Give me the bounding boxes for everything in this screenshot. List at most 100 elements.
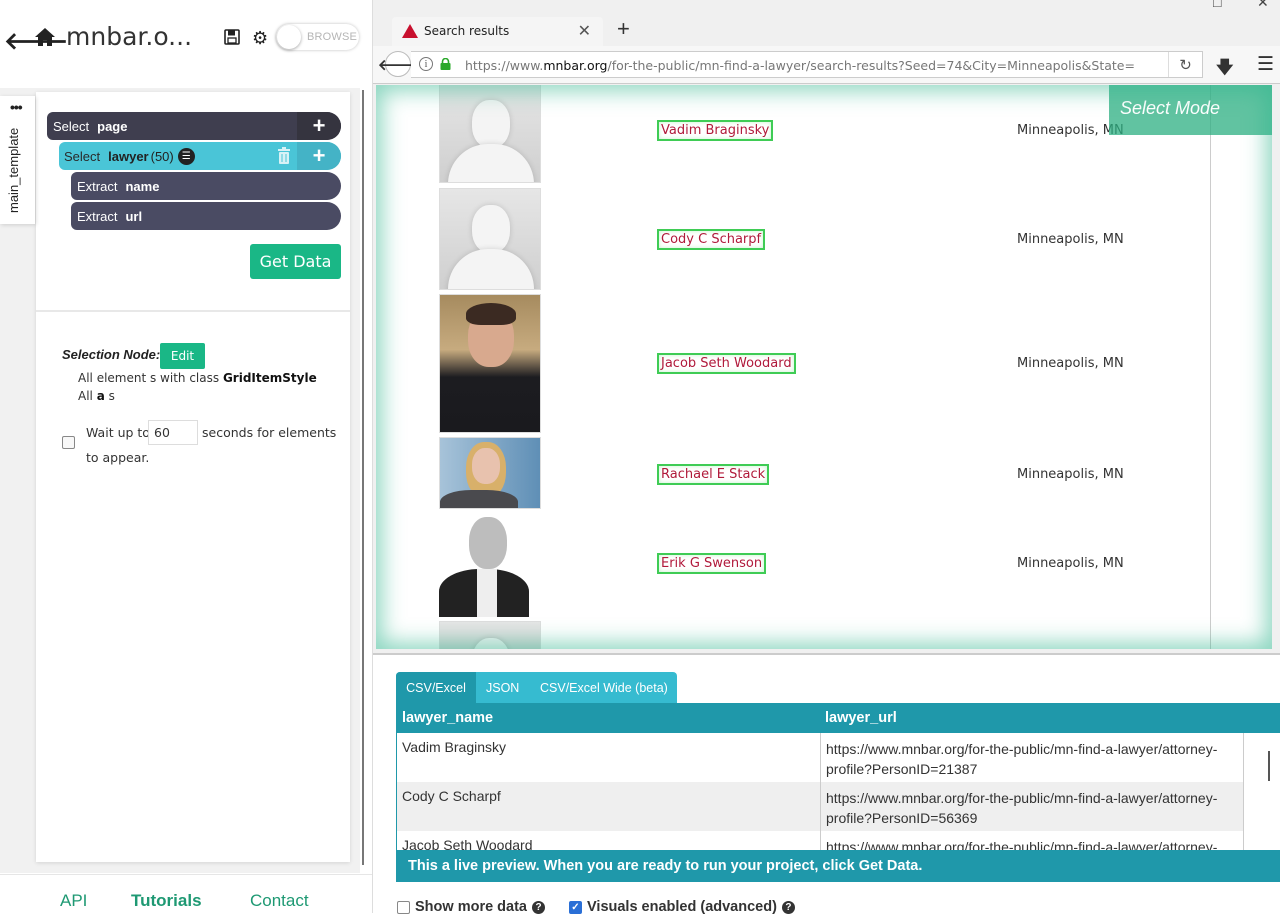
save-icon[interactable] [224,29,240,45]
data-preview: CSV/Excel JSON CSV/Excel Wide (beta) law… [373,653,1280,915]
new-tab-icon[interactable]: + [617,16,630,42]
wait-suffix-2: to appear. [86,450,150,465]
command-verb: Select [64,148,101,164]
url-line: profile?PersonID=21387 [826,761,978,777]
tab-csv-excel[interactable]: CSV/Excel [396,672,476,703]
select-mode-badge: Select Mode [1109,85,1272,135]
url-line: https://www.mnbar.org/for-the-public/mn-… [826,790,1218,806]
tutorials-link[interactable]: Tutorials [131,891,202,911]
window-close-icon[interactable]: ✕ [1257,0,1269,11]
more-dots-icon[interactable]: ••• [10,100,23,114]
lawyer-list-item: Rachael E Stack Minneapolis, MN [439,437,1199,510]
url-path: /for-the-public/mn-find-a-lawyer/search-… [607,58,1135,73]
lawyer-name-link[interactable]: Cody C Scharpf [657,229,766,250]
tab-title: Search results [424,24,510,38]
browser-back-icon[interactable]: 🡐 [378,51,418,77]
contact-link[interactable]: Contact [250,891,309,911]
photo-face [469,517,507,569]
home-icon[interactable] [34,26,56,48]
column-divider [1210,85,1211,649]
tab-csv-excel-wide[interactable]: CSV/Excel Wide (beta) [540,672,668,703]
template-tab-label: main_template [6,127,21,213]
help-icon[interactable]: ? [532,900,545,914]
panel-scrollbar[interactable] [360,84,368,874]
browser-tab[interactable]: Search results ✕ [392,17,603,46]
template-tab[interactable]: ••• main_template [0,96,35,224]
lawyer-photo [439,513,541,617]
hamburger-menu-icon[interactable]: ☰ [1257,53,1274,76]
lawyer-name-link[interactable]: Erik G Swenson [657,553,767,574]
lawyer-name-link[interactable]: Rachael E Stack [657,464,770,485]
reload-icon[interactable]: ↻ [1168,52,1202,77]
top-bar: 🡐 mnbar.o... ⚙ BROWSE [0,0,372,80]
wait-prefix: Wait up to [86,425,150,440]
generic-avatar [439,85,541,183]
lawyer-name-link[interactable]: Vadim Braginsky [657,120,774,141]
maximize-icon[interactable]: □ [1213,0,1221,10]
download-icon[interactable]: 🡇 [1216,55,1233,84]
lawyer-photo [439,294,541,433]
lock-icon [440,58,451,70]
footer-links: API Tutorials Contact [0,874,372,913]
api-link[interactable]: API [60,891,87,911]
cell-lawyer-url: https://www.mnbar.org/for-the-public/mn-… [820,733,1244,782]
visuals-enabled-checkbox[interactable]: ✓ [569,900,582,914]
table-row: Cody C Scharpf https://www.mnbar.org/for… [397,782,1244,831]
photo-face [472,448,500,484]
info-icon[interactable]: i [419,57,433,71]
tab-json[interactable]: JSON [486,672,519,703]
command-noun: page [97,118,128,134]
avatar-head [472,205,510,253]
table-scrollbar[interactable] [1268,751,1270,781]
add-command-plus-icon[interactable]: + [297,142,341,170]
add-command-plus-icon[interactable]: + [297,112,341,140]
column-header: lawyer_name [402,710,494,726]
command-select-lawyer[interactable]: Select lawyer (50) ☰ + [59,142,341,170]
command-extract-url[interactable]: Extract url [71,202,341,230]
lawyer-photo [439,437,541,509]
lawyer-name-link[interactable]: Jacob Seth Woodard [657,353,796,374]
photo-shirt [477,569,497,617]
embedded-browser: □ ✕ Search results ✕ + 🡐 i https://www.m… [372,0,1280,915]
scrollbar-thumb[interactable] [362,90,364,865]
browse-toggle-label: BROWSE [307,31,358,43]
cell-lawyer-url: https://www.mnbar.org/for-the-public/mn-… [820,831,1244,850]
photo-body [440,490,518,508]
browse-toggle[interactable]: BROWSE [276,24,359,50]
wait-seconds-input[interactable] [148,420,198,445]
lawyer-list-item: Jacob Seth Woodard Minneapolis, MN [439,294,1199,434]
command-select-page[interactable]: Select page + [47,112,341,140]
lawyer-city: Minneapolis, MN [1017,232,1124,247]
live-preview-banner: This a live preview. When you are ready … [396,851,1280,882]
avatar-head [472,638,510,649]
page-viewport: Vadim Braginsky Minneapolis, MN Cody C S… [376,85,1272,649]
list-icon[interactable]: ☰ [177,147,195,165]
lawyer-list-item [439,621,1199,649]
command-noun: lawyer [108,148,149,164]
card-divider [36,310,350,312]
wait-suffix: seconds for elements [202,425,337,440]
get-data-button[interactable]: Get Data [250,244,341,279]
avatar-body [448,249,534,289]
selection-class: GridItemStyle [222,371,317,385]
close-tab-icon[interactable]: ✕ [578,21,591,41]
command-extract-name[interactable]: Extract name [71,172,341,200]
show-more-data-checkbox[interactable] [397,900,410,914]
project-title: mnbar.o... [66,22,193,51]
url-host: mnbar.org [543,58,608,73]
cell-lawyer-name: Cody C Scharpf [402,788,501,804]
table-row: Jacob Seth Woodard https://www.mnbar.org… [397,831,1244,850]
navigation-bar: 🡐 i https://www.mnbar.org/for-the-public… [373,46,1280,84]
wait-checkbox[interactable] [62,436,75,449]
preview-tabs: CSV/Excel JSON CSV/Excel Wide (beta) [396,672,677,703]
trash-icon[interactable] [277,147,291,164]
edit-selection-button[interactable]: Edit [160,343,205,369]
url-bar[interactable]: i https://www.mnbar.org/for-the-public/m… [411,51,1203,78]
avatar-head [472,100,510,148]
selection-tag: a [96,389,105,403]
help-icon[interactable]: ? [781,900,795,914]
gear-icon[interactable]: ⚙ [252,28,268,49]
url-text[interactable]: https://www.mnbar.org/for-the-public/mn-… [465,58,1165,73]
lawyer-list-item: Erik G Swenson Minneapolis, MN [439,513,1199,618]
generic-avatar [439,621,541,649]
